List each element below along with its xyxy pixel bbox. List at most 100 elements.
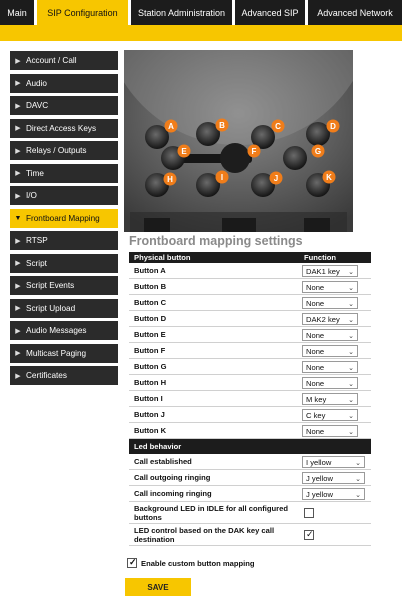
button-labels-layer: A B C D E F G H I J K	[163, 118, 340, 186]
sidebar-item-label: DAVC	[26, 101, 49, 110]
sidebar-item-direct-access-keys[interactable]: ▶ Direct Access Keys	[10, 118, 118, 138]
function-select-g[interactable]: None ⌄	[302, 361, 358, 373]
svg-text:K: K	[326, 173, 332, 182]
button-marker-h[interactable]: H	[163, 172, 177, 186]
dak-led-control-checkbox[interactable]	[304, 529, 314, 540]
select-value: None	[306, 330, 325, 340]
row-label: Call established	[134, 457, 192, 466]
select-value: J yellow	[306, 473, 334, 483]
button-marker-b[interactable]: B	[215, 118, 229, 132]
sidebar-item-script[interactable]: ▶ Script	[10, 253, 118, 273]
sidebar-item-script-upload[interactable]: ▶ Script Upload	[10, 298, 118, 318]
table-row: Button B None ⌄	[129, 279, 371, 295]
chevron-right-icon: ▶	[15, 147, 21, 155]
function-select-d[interactable]: DAK2 key ⌄	[302, 313, 358, 325]
svg-text:H: H	[167, 175, 173, 184]
sidebar-item-certificates[interactable]: ▶ Certificates	[10, 366, 118, 385]
tab-sip-configuration[interactable]: SIP Configuration	[37, 0, 128, 25]
led-call-established-select[interactable]: I yellow ⌄	[302, 456, 365, 468]
chevron-down-icon: ⌄	[348, 413, 354, 420]
mapping-table: Physical button Function Button A DAK1 ke…	[129, 252, 371, 546]
function-select-h[interactable]: None ⌄	[302, 377, 358, 389]
led-call-outgoing-select[interactable]: J yellow ⌄	[302, 472, 365, 484]
save-button[interactable]: SAVE	[125, 578, 191, 596]
chevron-right-icon: ▶	[15, 102, 21, 110]
sidebar-item-label: Multicast Paging	[26, 348, 87, 358]
row-label: Button K	[134, 426, 167, 435]
button-marker-d[interactable]: D	[326, 119, 340, 133]
button-marker-a[interactable]: A	[164, 119, 178, 133]
button-marker-e[interactable]: E	[177, 144, 191, 158]
button-marker-f[interactable]: F	[247, 144, 261, 158]
sidebar-item-label: Relays / Outputs	[26, 146, 87, 155]
row-label: Button J	[134, 410, 165, 419]
tab-advanced-sip[interactable]: Advanced SIP	[235, 0, 305, 25]
row-label: Button E	[134, 330, 166, 339]
row-label: Button D	[134, 314, 167, 323]
svg-text:D: D	[330, 122, 336, 131]
svg-text:J: J	[274, 174, 278, 183]
enable-custom-mapping-label: Enable custom button mapping	[141, 558, 255, 568]
chevron-right-icon: ▶	[15, 170, 21, 177]
chevron-right-icon: ▶	[15, 350, 21, 357]
function-select-a[interactable]: DAK1 key ⌄	[302, 265, 358, 277]
sidebar-item-audio-messages[interactable]: ▶ Audio Messages	[10, 321, 118, 340]
sidebar-item-multicast-paging[interactable]: ▶ Multicast Paging	[10, 343, 118, 363]
function-select-e[interactable]: None ⌄	[302, 329, 358, 341]
function-select-c[interactable]: None ⌄	[302, 297, 358, 309]
sidebar-item-frontboard-mapping[interactable]: ▼ Frontboard Mapping	[10, 208, 118, 228]
section-header-label: Led behavior	[134, 442, 182, 451]
button-marker-c[interactable]: C	[271, 119, 285, 133]
enable-custom-mapping-checkbox[interactable]	[127, 557, 137, 568]
sidebar-item-rtsp[interactable]: ▶ RTSP	[10, 231, 118, 250]
function-select-f[interactable]: None ⌄	[302, 345, 358, 357]
function-select-j[interactable]: C key ⌄	[302, 409, 358, 421]
row-label: Background LED in IDLE for all configure…	[134, 503, 288, 522]
button-marker-i[interactable]: I	[215, 170, 229, 184]
select-value: DAK2 key	[306, 314, 340, 324]
chevron-down-icon: ⌄	[355, 492, 361, 499]
sidebar-item-io[interactable]: ▶ I/O	[10, 186, 118, 205]
sidebar-item-time[interactable]: ▶ Time	[10, 163, 118, 183]
table-row: Button E None ⌄	[129, 327, 371, 343]
row-label: Call outgoing ringing	[134, 473, 211, 482]
sidebar-item-label: Account / Call	[26, 56, 77, 65]
chevron-right-icon: ▶	[15, 282, 21, 290]
chevron-down-icon: ⌄	[348, 285, 354, 292]
row-label: Button A	[134, 266, 166, 275]
table-row: Button D DAK2 key ⌄	[129, 311, 371, 327]
chevron-down-icon: ⌄	[355, 476, 361, 483]
row-label: Button H	[134, 378, 167, 387]
tab-main[interactable]: Main	[0, 0, 34, 25]
button-marker-k[interactable]: K	[322, 170, 336, 184]
svg-text:B: B	[219, 121, 225, 130]
function-select-b[interactable]: None ⌄	[302, 281, 358, 293]
button-marker-g[interactable]: G	[311, 144, 325, 158]
sidebar-item-davc[interactable]: ▶ DAVC	[10, 96, 118, 115]
enable-custom-mapping[interactable]: Enable custom button mapping	[127, 557, 255, 568]
svg-text:G: G	[315, 147, 321, 156]
row-label: Button G	[134, 362, 167, 371]
sidebar-item-script-events[interactable]: ▶ Script Events	[10, 276, 118, 295]
chevron-down-icon: ⌄	[348, 429, 354, 436]
chevron-right-icon: ▶	[15, 260, 21, 267]
svg-text:I: I	[221, 173, 223, 182]
tab-advanced-network[interactable]: Advanced Network	[308, 0, 402, 25]
sidebar-item-label: Time	[26, 168, 44, 178]
sidebar-item-label: I/O	[26, 191, 37, 200]
table-row: Button C None ⌄	[129, 295, 371, 311]
led-call-incoming-select[interactable]: J yellow ⌄	[302, 488, 365, 500]
chevron-down-icon: ⌄	[348, 317, 354, 324]
chevron-down-icon: ⌄	[348, 301, 354, 308]
tab-station-administration[interactable]: Station Administration	[131, 0, 232, 25]
chevron-down-icon: ⌄	[355, 460, 361, 467]
sidebar-item-relays-outputs[interactable]: ▶ Relays / Outputs	[10, 141, 118, 160]
sidebar-item-audio[interactable]: ▶ Audio	[10, 73, 118, 93]
sidebar-item-account-call[interactable]: ▶ Account / Call	[10, 51, 118, 70]
button-marker-j[interactable]: J	[269, 171, 283, 185]
select-value: None	[306, 346, 325, 356]
function-select-k[interactable]: None ⌄	[302, 425, 358, 437]
sidebar-item-label: Script Upload	[26, 303, 76, 313]
background-led-checkbox[interactable]	[304, 507, 314, 518]
function-select-i[interactable]: M key ⌄	[302, 393, 358, 405]
